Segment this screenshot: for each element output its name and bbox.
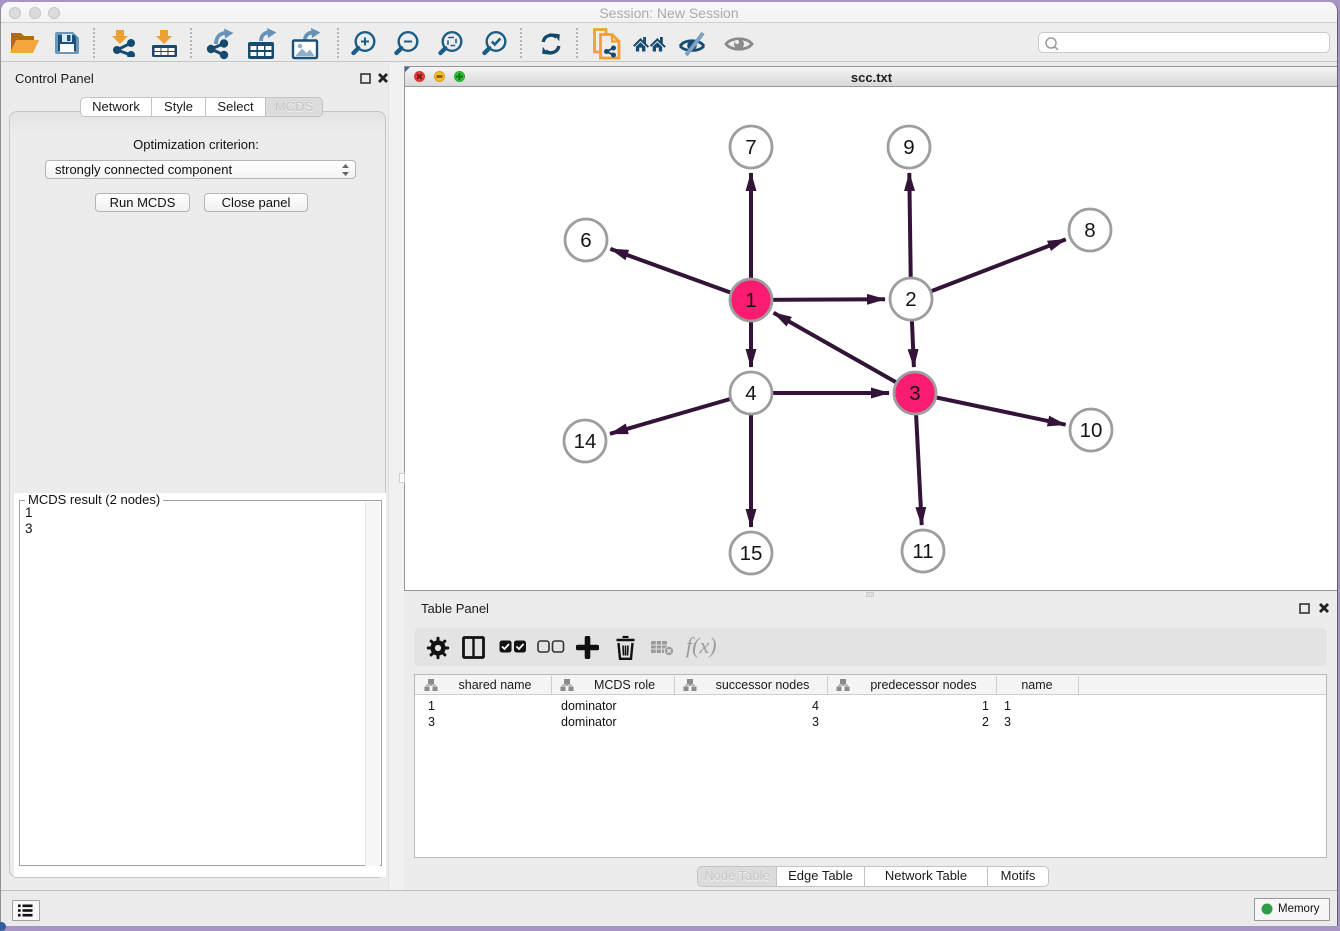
svg-text:4: 4 [745,382,756,405]
svg-text:6: 6 [580,229,591,252]
svg-text:9: 9 [903,136,914,159]
svg-text:2: 2 [905,288,916,311]
svg-text:7: 7 [745,136,756,159]
svg-text:15: 15 [740,542,763,565]
svg-text:8: 8 [1084,219,1095,242]
svg-text:14: 14 [574,430,597,453]
svg-text:1: 1 [745,289,756,312]
svg-text:10: 10 [1080,419,1103,442]
svg-text:11: 11 [912,540,933,563]
svg-text:3: 3 [909,382,920,405]
